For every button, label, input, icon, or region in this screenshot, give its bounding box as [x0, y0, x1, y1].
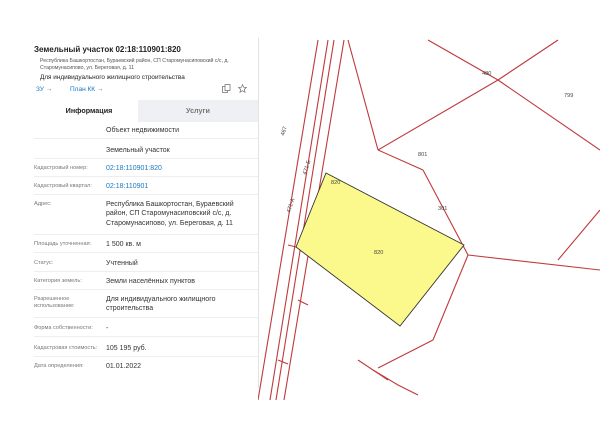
row-value: -	[106, 325, 109, 332]
row-value: 105 195 руб.	[106, 345, 147, 352]
road-label-471a: 471-А	[286, 197, 296, 213]
row-label: Кадастровая стоимость:	[34, 345, 98, 351]
tab-strip	[0, 100, 40, 122]
tab-services[interactable]: Услуги	[138, 100, 258, 122]
road-label-471b: 471-Б	[302, 159, 312, 175]
info-panel: Земельный участок 02:18:110901:820 Респу…	[0, 38, 259, 388]
map-canvas[interactable]: 480 799 801 820 301 820 471-А 471-Б 467	[258, 0, 600, 424]
row-value[interactable]: 02:18:110901:820	[106, 164, 256, 173]
row-label: Кадастровый квартал:	[34, 183, 92, 189]
divider	[34, 252, 258, 253]
divider	[34, 176, 258, 177]
row-value: Республика Башкортостан, Бураевский райо…	[106, 201, 234, 227]
row-value: Земельный участок	[106, 147, 170, 154]
purpose-line: Для индивидуального жилищного строительс…	[40, 74, 185, 81]
row-value: Для индивидуального жилищного строительс…	[106, 296, 216, 313]
divider	[34, 317, 258, 318]
zu-link[interactable]: ЗУ →	[36, 86, 52, 93]
address-line-2: Старомунасипово, ул. Береговая, д. 11	[40, 65, 135, 71]
row-value: 01.01.2022	[106, 363, 142, 370]
divider	[34, 356, 258, 357]
parcel-label-820: 820	[374, 250, 383, 256]
divider	[34, 336, 258, 337]
copy-icon[interactable]	[222, 84, 231, 93]
divider	[34, 194, 258, 195]
parcel-label-820-top: 820	[331, 180, 340, 186]
row-label: Форма собственности:	[34, 325, 93, 331]
row-label: Статус:	[34, 260, 54, 266]
row-label: Кадастровый номер:	[34, 165, 88, 171]
parcel-label-480: 480	[482, 71, 491, 77]
row-value: 1 500 кв. м	[106, 241, 141, 248]
star-icon[interactable]	[237, 83, 248, 94]
divider	[34, 158, 258, 159]
row-label: Дата определения:	[34, 363, 84, 369]
parcel-label-801: 801	[418, 152, 427, 158]
svg-text:467: 467	[280, 126, 289, 137]
plan-kk-link[interactable]: План КК →	[70, 86, 103, 93]
address-line-1: Республика Башкортостан, Бураевский райо…	[40, 58, 229, 64]
tabs: Информация Услуги	[40, 100, 258, 124]
row-label: Адрес:	[34, 201, 52, 207]
parcel-label-301: 301	[438, 206, 447, 212]
divider	[34, 138, 258, 139]
row-value: Объект недвижимости	[106, 127, 180, 134]
divider	[34, 271, 258, 272]
row-label: Категория земель:	[34, 278, 82, 284]
panel-title: Земельный участок 02:18:110901:820	[34, 45, 181, 54]
row-value: Учтенный	[106, 260, 138, 267]
row-label: Разрешенное использование:	[34, 296, 75, 309]
row-value[interactable]: 02:18:110901	[106, 182, 256, 191]
divider	[34, 234, 258, 235]
row-label: Площадь уточненная:	[34, 241, 92, 247]
divider	[34, 289, 258, 290]
row-value: Земли населённых пунктов	[106, 278, 196, 285]
tab-information[interactable]: Информация	[40, 100, 138, 124]
cadastral-map[interactable]: 480 799 801 820 301 820 471-А 471-Б 467	[258, 0, 600, 424]
parcel-label-799: 799	[564, 93, 573, 99]
